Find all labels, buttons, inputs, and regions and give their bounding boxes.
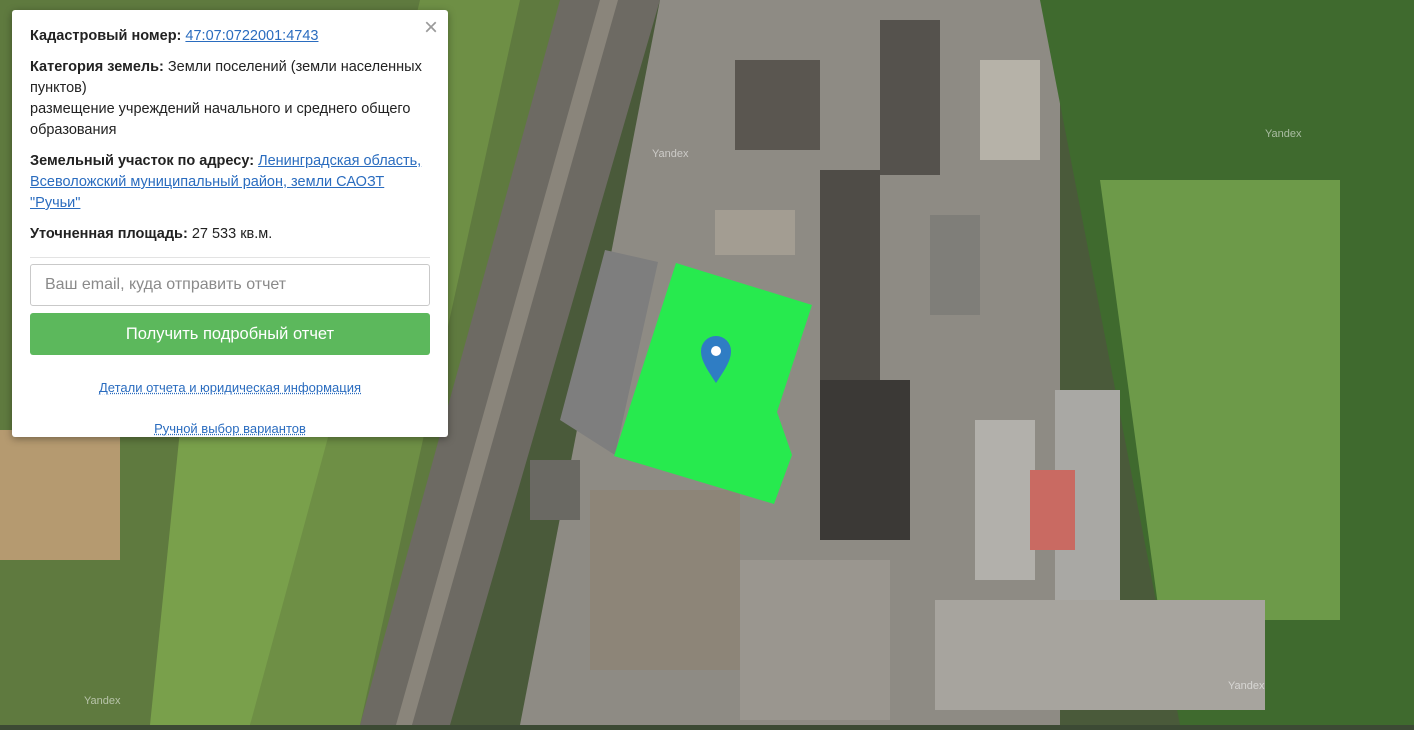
report-details-link[interactable]: Детали отчета и юридическая информация (30, 377, 430, 398)
get-report-button[interactable]: Получить подробный отчет (30, 313, 430, 355)
map-watermark: Yandex (84, 695, 121, 707)
email-input[interactable] (30, 264, 430, 306)
cadastral-label: Кадастровый номер: (30, 28, 182, 44)
map-watermark: Yandex (652, 148, 689, 160)
category-label: Категория земель: (30, 59, 164, 75)
manual-selection-link[interactable]: Ручной выбор вариантов (30, 418, 430, 439)
close-icon[interactable]: × (424, 16, 438, 40)
address-label: Земельный участок по адресу: (30, 153, 255, 169)
land-category-row: Категория земель: Земли поселений (земли… (30, 57, 430, 141)
map-watermark: Yandex (1228, 680, 1265, 692)
category-use: размещение учреждений начального и средн… (30, 101, 411, 138)
parcel-info-panel: × Кадастровый номер: 47:07:0722001:4743 … (12, 10, 448, 437)
divider (30, 257, 430, 258)
area-row: Уточненная площадь: 27 533 кв.м. (30, 224, 430, 245)
cadastral-number-row: Кадастровый номер: 47:07:0722001:4743 (30, 26, 430, 47)
cadastral-number-link[interactable]: 47:07:0722001:4743 (185, 28, 318, 44)
area-value: 27 533 кв.м. (191, 226, 273, 242)
area-label: Уточненная площадь: (30, 226, 188, 242)
map-watermark: Yandex (1265, 128, 1302, 140)
address-row: Земельный участок по адресу: Ленинградск… (30, 151, 430, 214)
